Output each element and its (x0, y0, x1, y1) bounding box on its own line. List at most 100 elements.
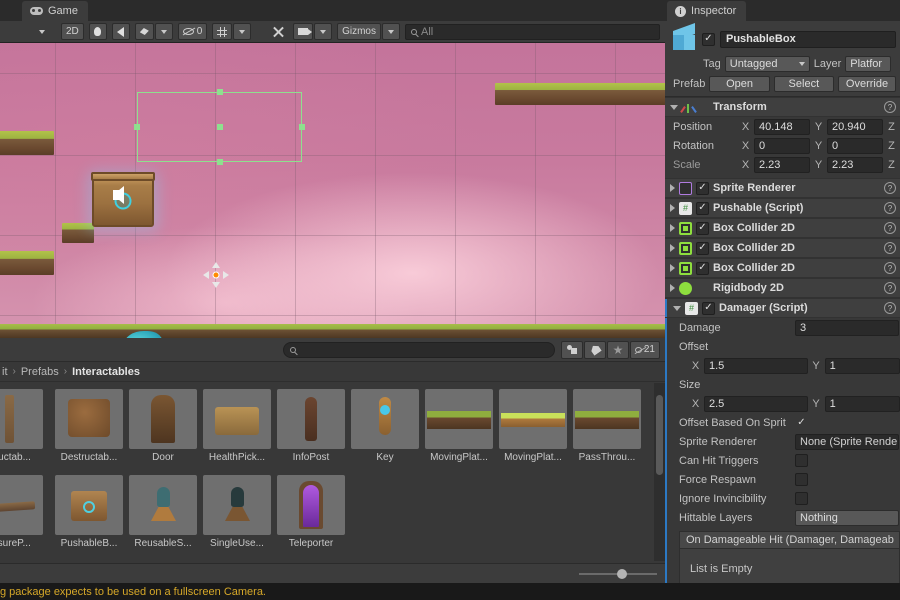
gizmos-button[interactable]: Gizmos (337, 23, 381, 40)
chevron-right-icon[interactable] (670, 264, 675, 272)
asset-item[interactable]: Destructab... (52, 389, 126, 463)
offset-based-on-sprite-checkbox[interactable]: ✓ (795, 416, 808, 429)
chevron-right-icon[interactable] (670, 284, 675, 292)
offset-x-field[interactable]: 1.5 (704, 357, 808, 374)
event-list-header[interactable]: On Damageable Hit (Damager, Damageab (679, 531, 900, 549)
asset-item[interactable]: PassThrou... (570, 389, 644, 463)
camera-dropdown-button[interactable] (314, 23, 333, 40)
component-header-box-collider-2d-3[interactable]: ✓ Box Collider 2D ? (665, 258, 900, 278)
box-collider-2d-3-enabled-checkbox[interactable]: ✓ (696, 261, 709, 275)
damager-enabled-checkbox[interactable]: ✓ (702, 301, 715, 315)
prefab-overrides-button[interactable]: Override (837, 76, 896, 92)
audio-toggle[interactable] (111, 23, 130, 40)
project-scrollbar[interactable] (654, 383, 665, 561)
help-icon[interactable]: ? (884, 302, 896, 314)
pushable-enabled-checkbox[interactable]: ✓ (696, 201, 709, 215)
component-header-sprite-renderer[interactable]: ✓ Sprite Renderer ? (665, 178, 900, 198)
component-header-pushable[interactable]: # ✓ Pushable (Script) ? (665, 198, 900, 218)
asset-item[interactable]: PushableB... (52, 475, 126, 549)
component-header-damager[interactable]: # ✓ Damager (Script) ? (665, 298, 900, 318)
damage-field[interactable]: 3 (795, 319, 899, 336)
stats-toggle[interactable]: 0 (177, 23, 208, 40)
project-scrollbar-thumb[interactable] (656, 395, 663, 475)
chevron-right-icon[interactable] (670, 224, 675, 232)
component-header-box-collider-2d-1[interactable]: ✓ Box Collider 2D ? (665, 218, 900, 238)
display-dropdown-button[interactable] (28, 23, 56, 40)
gizmo-arrow-right[interactable] (223, 271, 229, 279)
zoom-slider-knob[interactable] (617, 568, 627, 579)
breadcrumb-item-root[interactable]: it (2, 366, 8, 378)
move-gizmo[interactable] (203, 262, 229, 288)
box-collider-2d-1-enabled-checkbox[interactable]: ✓ (696, 221, 709, 235)
object-active-checkbox[interactable]: ✓ (702, 32, 715, 46)
effects-toggle[interactable] (134, 23, 154, 40)
rotation-y-field[interactable]: 0 (827, 137, 883, 154)
help-icon[interactable]: ? (884, 282, 896, 294)
help-icon[interactable]: ? (884, 202, 896, 214)
rotation-x-field[interactable]: 0 (754, 137, 810, 154)
gizmos-grid-dropdown-button[interactable] (233, 23, 252, 40)
tools-button[interactable] (267, 23, 288, 40)
help-icon[interactable]: ? (884, 182, 896, 194)
damager-sprite-renderer-field[interactable]: None (Sprite Render (795, 433, 899, 450)
layer-dropdown[interactable]: Platfor (845, 56, 892, 72)
selection-handle-right[interactable] (299, 124, 305, 130)
project-search-input[interactable] (283, 341, 555, 358)
filter-by-type-button[interactable] (561, 340, 583, 359)
chevron-down-icon[interactable] (673, 305, 681, 311)
tab-game[interactable]: Game (22, 1, 88, 21)
asset-item[interactable]: Key (348, 389, 422, 463)
gizmos-grid-toggle[interactable] (212, 23, 233, 40)
component-header-rigidbody-2d[interactable]: Rigidbody 2D ? (665, 278, 900, 298)
breadcrumb-item-interactables[interactable]: Interactables (72, 366, 140, 378)
prefab-open-button[interactable]: Open (709, 76, 770, 92)
component-header-box-collider-2d-2[interactable]: ✓ Box Collider 2D ? (665, 238, 900, 258)
selection-handle-center[interactable] (217, 124, 223, 130)
selection-handle-top[interactable] (217, 89, 223, 95)
effects-dropdown-button[interactable] (154, 23, 173, 40)
chevron-right-icon[interactable] (670, 244, 675, 252)
asset-item[interactable]: ReusableS... (126, 475, 200, 549)
gizmo-center-handle[interactable] (212, 271, 220, 279)
pushable-box-sprite[interactable] (91, 172, 155, 227)
sprite-renderer-enabled-checkbox[interactable]: ✓ (696, 181, 709, 195)
asset-item[interactable]: structab... (0, 389, 46, 463)
help-icon[interactable]: ? (884, 101, 896, 113)
gizmo-arrow-down[interactable] (212, 282, 220, 288)
position-y-field[interactable]: 20.940 (827, 118, 883, 135)
aspect-ratio-button[interactable]: 2D (61, 23, 84, 40)
asset-item[interactable]: MovingPlat... (496, 389, 570, 463)
selection-handle-bottom[interactable] (217, 159, 223, 165)
game-search-input[interactable]: All (405, 23, 660, 40)
ignore-invincibility-checkbox[interactable]: ✓ (795, 492, 808, 505)
component-header-transform[interactable]: Transform ? (665, 97, 900, 117)
position-x-field[interactable]: 40.148 (754, 118, 810, 135)
gizmo-arrow-up[interactable] (212, 262, 220, 268)
force-respawn-checkbox[interactable]: ✓ (795, 473, 808, 486)
tag-dropdown[interactable]: Untagged (724, 56, 810, 72)
size-y-field[interactable]: 1 (824, 395, 900, 412)
object-name-field[interactable]: PushableBox (720, 30, 896, 48)
chevron-down-icon[interactable] (670, 104, 678, 110)
thumbnail-zoom-slider[interactable] (579, 568, 657, 580)
filter-by-favorite-button[interactable]: ★ (607, 340, 629, 359)
asset-item[interactable]: Teleporter (274, 475, 348, 549)
asset-item[interactable]: HealthPick... (200, 389, 274, 463)
chevron-right-icon[interactable] (670, 184, 675, 192)
hittable-layers-dropdown[interactable]: Nothing (795, 509, 899, 526)
scale-y-field[interactable]: 2.23 (827, 156, 883, 173)
camera-button[interactable] (293, 23, 314, 40)
selection-handle-left[interactable] (134, 124, 140, 130)
asset-item[interactable]: MovingPlat... (422, 389, 496, 463)
filter-by-label-button[interactable] (584, 340, 606, 359)
selection-rectangle[interactable] (134, 89, 305, 165)
event-list-body[interactable]: List is Empty (679, 549, 900, 583)
gizmo-arrow-left[interactable] (203, 271, 209, 279)
game-viewport[interactable] (0, 43, 665, 338)
offset-y-field[interactable]: 1 (824, 357, 900, 374)
asset-item[interactable]: Door (126, 389, 200, 463)
size-x-field[interactable]: 2.5 (704, 395, 808, 412)
asset-grid[interactable]: structab... Destructab... Door HealthPic… (0, 383, 654, 561)
prefab-select-button[interactable]: Select (773, 76, 834, 92)
editor-statusbar[interactable]: g package expects to be used on a fullsc… (0, 583, 900, 600)
